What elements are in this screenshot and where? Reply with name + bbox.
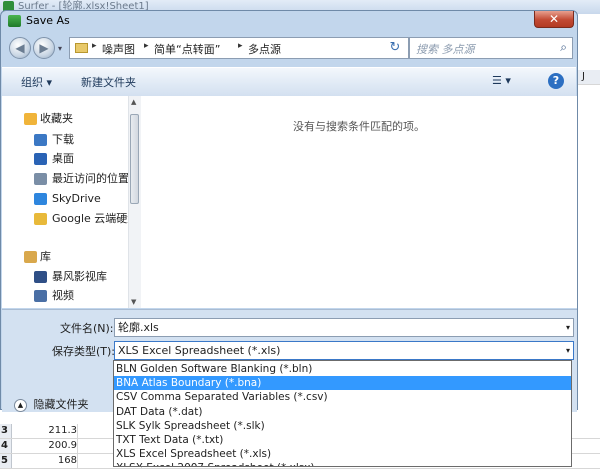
scroll-up-icon[interactable]: ▲ [131, 98, 136, 106]
sidebar-item-label: 桌面 [52, 152, 74, 165]
sidebar-item-label: 暴风影视库 [52, 270, 107, 283]
search-input[interactable]: 搜索 多点源 ⌕ [409, 37, 573, 59]
breadcrumb-item[interactable]: 噪声图 [102, 41, 135, 57]
filename-input[interactable]: 轮廓.xls ▾ [114, 318, 574, 337]
refresh-button[interactable]: ↻ [385, 39, 405, 57]
sidebar-item-libraries[interactable]: 库 [2, 248, 128, 266]
navigation-pane: 收藏夹 下载 桌面 最近访问的位置 SkyDrive Google 云端硬盘 库 [2, 96, 128, 308]
forward-arrow-icon: ▶ [39, 41, 49, 55]
back-arrow-icon: ◀ [15, 41, 25, 55]
sheet-cell[interactable]: 200.9 [11, 439, 78, 453]
breadcrumb-separator[interactable]: ▸ [92, 41, 97, 51]
hide-folders-label: 隐藏文件夹 [33, 398, 89, 411]
filetype-option[interactable]: DAT Data (*.dat) [114, 405, 571, 419]
filename-value: 轮廓.xls [118, 321, 159, 334]
sidebar-item-favorites[interactable]: 收藏夹 [2, 110, 128, 128]
search-icon: ⌕ [560, 40, 567, 54]
sidebar-item-label: SkyDrive [52, 192, 101, 205]
close-button[interactable]: ✕ [534, 11, 574, 28]
scrollbar-thumb[interactable] [130, 114, 139, 204]
back-button[interactable]: ◀ [9, 37, 31, 59]
library-icon [24, 251, 37, 263]
filetype-option[interactable]: XLSX Excel 2007 Spreadsheet (*.xlsx) [114, 461, 571, 466]
recent-places-icon [34, 173, 47, 185]
sidebar-item-pictures[interactable]: 图片 [2, 306, 128, 308]
video-library-icon [34, 271, 47, 283]
navigation-bar: ◀ ▶ ▾ ▸ 噪声图 ▸ 简单“点转面” ▸ 多点源 ↻ 搜索 多点源 ⌕ [1, 35, 577, 63]
new-folder-button[interactable]: 新建文件夹 [81, 74, 136, 90]
breadcrumb-separator[interactable]: ▸ [144, 41, 149, 51]
sidebar-item-label: 收藏夹 [40, 112, 73, 125]
sheet-cell[interactable]: 168 [11, 454, 78, 468]
sidebar-item-label: 视频 [52, 289, 74, 302]
star-icon [24, 113, 37, 125]
downloads-folder-icon [34, 134, 47, 146]
filetype-option[interactable]: CSV Comma Separated Variables (*.csv) [114, 390, 571, 404]
background-sheet-right-column: J [578, 60, 600, 410]
sidebar-item-skydrive[interactable]: SkyDrive [2, 190, 128, 208]
filetype-option[interactable]: TXT Text Data (*.txt) [114, 433, 571, 447]
filetype-value: XLS Excel Spreadsheet (*.xls) [118, 344, 281, 357]
scroll-down-icon[interactable]: ▼ [131, 298, 136, 306]
save-as-dialog: Save As ✕ ◀ ▶ ▾ ▸ 噪声图 ▸ 简单“点转面” ▸ 多点源 ↻ … [0, 10, 578, 412]
file-list[interactable]: 没有与搜索条件匹配的项。 [141, 96, 577, 308]
breadcrumb-item[interactable]: 多点源 [248, 41, 281, 57]
excel-app-icon [8, 15, 21, 27]
skydrive-icon [34, 193, 47, 205]
sidebar-item-downloads[interactable]: 下载 [2, 131, 128, 149]
change-view-button[interactable]: ☰ ▾ [492, 74, 518, 90]
address-bar[interactable]: ▸ 噪声图 ▸ 简单“点转面” ▸ 多点源 [69, 37, 409, 59]
dialog-title: Save As [26, 14, 70, 27]
sidebar-item-desktop[interactable]: 桌面 [2, 150, 128, 168]
google-drive-icon [34, 213, 47, 225]
sidebar-item-baofeng-library[interactable]: 暴风影视库 [2, 268, 128, 286]
sidebar-item-label: 下载 [52, 133, 74, 146]
breadcrumb-separator[interactable]: ▸ [238, 41, 243, 51]
filetype-dropdown-list[interactable]: BLN Golden Software Blanking (*.bln) BNA … [113, 360, 572, 467]
sheet-cell[interactable]: 211.3 [11, 424, 78, 438]
filetype-option[interactable]: BLN Golden Software Blanking (*.bln) [114, 362, 571, 376]
filetype-label: 保存类型(T): [52, 345, 116, 358]
organize-button[interactable]: 组织 ▾ [21, 74, 52, 90]
column-header-j: J [578, 70, 600, 85]
filename-label: 文件名(N): [60, 322, 114, 335]
forward-button[interactable]: ▶ [33, 37, 55, 59]
sidebar-item-label: Google 云端硬盘 [52, 212, 128, 225]
collapse-arrow-icon: ▲ [14, 398, 27, 412]
breadcrumb-item[interactable]: 简单“点转面” [154, 41, 220, 57]
sidebar-item-label: 最近访问的位置 [52, 172, 128, 185]
filetype-option[interactable]: BNA Atlas Boundary (*.bna) [114, 376, 571, 391]
desktop-icon [34, 153, 47, 165]
navigation-pane-scrollbar[interactable]: ▲ ▼ [128, 96, 141, 308]
sidebar-item-recent-places[interactable]: 最近访问的位置 [2, 170, 128, 188]
sidebar-item-google-drive[interactable]: Google 云端硬盘 [2, 210, 128, 228]
dialog-titlebar[interactable]: Save As ✕ [1, 11, 577, 31]
hide-folders-button[interactable]: ▲ 隐藏文件夹 [14, 396, 89, 412]
sidebar-item-videos[interactable]: 视频 [2, 287, 128, 305]
refresh-icon: ↻ [389, 40, 401, 55]
sidebar-item-label: 库 [40, 250, 51, 263]
chevron-down-icon[interactable]: ▾ [566, 342, 570, 359]
command-toolbar: 组织 ▾ 新建文件夹 ☰ ▾ ? [2, 67, 576, 97]
filetype-option[interactable]: XLS Excel Spreadsheet (*.xls) [114, 447, 571, 461]
close-icon: ✕ [548, 12, 560, 26]
empty-results-message: 没有与搜索条件匹配的项。 [293, 120, 425, 133]
recent-pages-button[interactable]: ▾ [58, 44, 62, 53]
filetype-option[interactable]: SLK Sylk Spreadsheet (*.slk) [114, 419, 571, 433]
search-placeholder: 搜索 多点源 [416, 43, 475, 56]
sidebar-item-label: 图片 [52, 306, 74, 308]
help-icon[interactable]: ? [548, 73, 564, 89]
filetype-select[interactable]: XLS Excel Spreadsheet (*.xls) ▾ [114, 341, 574, 360]
chevron-down-icon[interactable]: ▾ [566, 319, 570, 336]
videos-icon [34, 290, 47, 302]
folder-icon [75, 43, 88, 53]
